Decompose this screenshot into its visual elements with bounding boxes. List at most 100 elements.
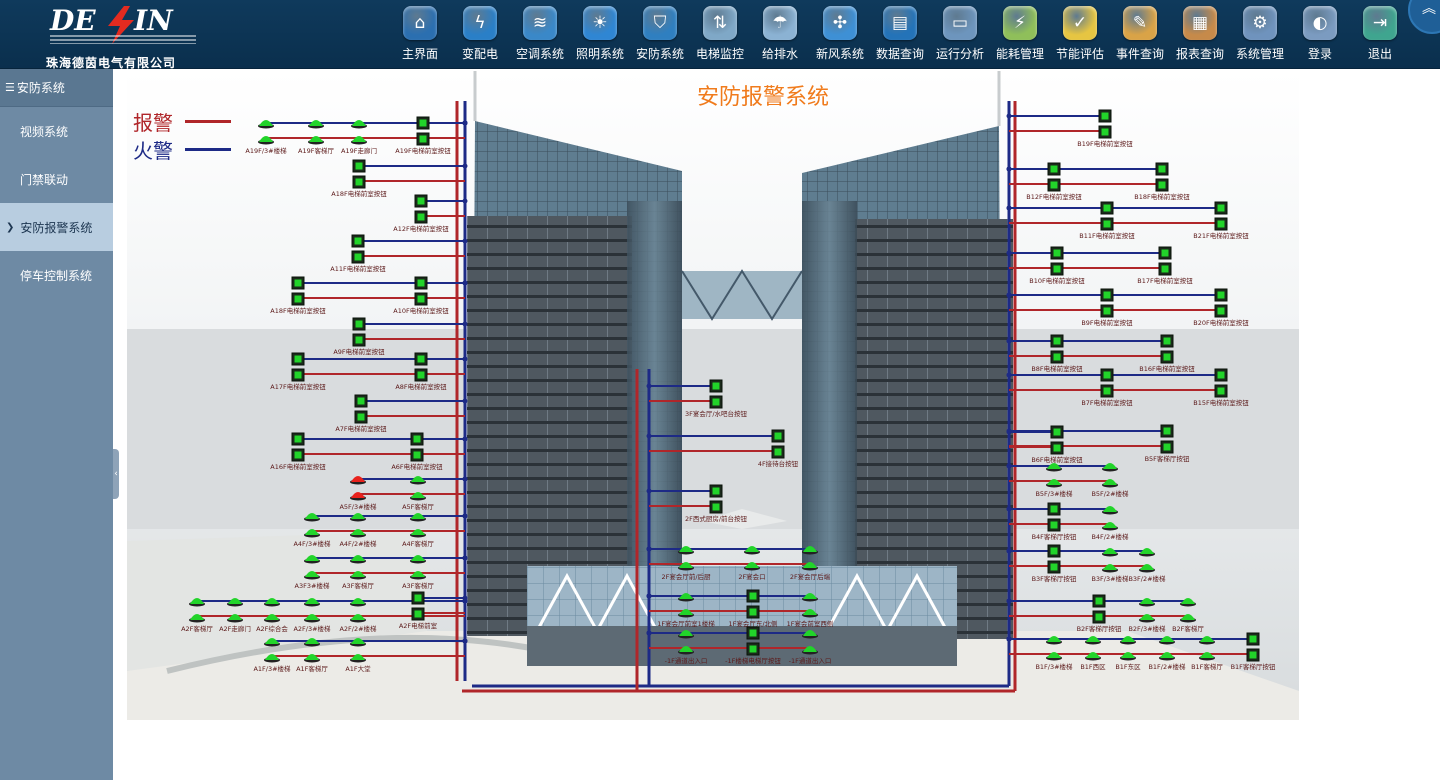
device-label: B5F客梯厅按钮 (1145, 454, 1190, 463)
nav-item-5[interactable]: ⇅ 电梯监控 (690, 0, 750, 69)
device-label: 3F宴会厅/水吧台按钮 (685, 409, 748, 418)
device-label: A4F/3#楼梯 (293, 539, 331, 548)
device-label: B3F客梯厅按钮 (1032, 574, 1077, 583)
device-label: -1F通道出入口 (665, 656, 708, 665)
device-label: 1F宴会厅前室1楼梯 (657, 619, 715, 628)
scene-title: 安防报警系统 (696, 85, 829, 110)
nav-item-1[interactable]: ϟ 变配电 (450, 0, 510, 69)
device-label: B1F东区 (1115, 662, 1141, 671)
fire-junction (1006, 636, 1012, 642)
device-label: B2F客梯厅按钮 (1077, 624, 1122, 633)
nav-item-label: 能耗管理 (995, 47, 1044, 61)
device-label: 2F宴会厅前/后厨 (661, 572, 711, 581)
fire-junction (462, 555, 468, 561)
device-label: B20F电梯前室按钮 (1193, 318, 1249, 327)
air-conditioner-icon: ≋ (523, 6, 557, 40)
device-label: B17F电梯前室按钮 (1137, 276, 1193, 285)
device-label: A18F电梯前室按钮 (331, 189, 387, 198)
legend-alarm-line (185, 120, 231, 123)
legend-fire-label: 火警 (133, 139, 173, 163)
sidebar-item-security-alarm[interactable]: ❯ 安防报警系统 (0, 203, 113, 251)
sidebar-item-access-control[interactable]: 门禁联动 (0, 155, 113, 203)
device-label: B2F/3#楼梯 (1128, 624, 1166, 633)
device-label: A5F客梯厅 (402, 502, 434, 511)
device-label: B8F电梯前室按钮 (1031, 364, 1083, 373)
gears-icon: ⚙ (1243, 6, 1277, 40)
collapse-header-button[interactable]: ︽ (1408, 0, 1440, 34)
nav-item-8[interactable]: ▤ 数据查询 (870, 0, 930, 69)
sidebar-item-label: 门禁联动 (20, 172, 69, 187)
nav-item-16[interactable]: ⇥ 退出 (1350, 0, 1410, 69)
device-label: B5F/2#楼梯 (1091, 489, 1129, 498)
chevron-right-icon: ❯ (6, 221, 15, 233)
fire-junction (1006, 428, 1012, 434)
nav-item-4[interactable]: ⛉ 安防系统 (630, 0, 690, 69)
device-label: A6F电梯前室按钮 (391, 462, 443, 471)
nav-item-label: 给排水 (761, 47, 798, 61)
home-icon: ⌂ (403, 6, 437, 40)
nav-item-13[interactable]: ▦ 报表查询 (1170, 0, 1230, 69)
nav-item-11[interactable]: ✓ 节能评估 (1050, 0, 1110, 69)
device-label: A16F电梯前室按钮 (270, 462, 326, 471)
nav-item-0[interactable]: ⌂ 主界面 (390, 0, 450, 69)
fire-junction (462, 595, 468, 601)
fire-junction (1006, 548, 1012, 554)
device-label: B3F/2#楼梯 (1128, 574, 1166, 583)
nav-item-label: 电梯监控 (695, 47, 744, 61)
sidebar-item-video[interactable]: 视频系统 (0, 107, 113, 155)
nav-item-label: 数据查询 (875, 47, 924, 61)
lightbulb-icon: ☀ (583, 6, 617, 40)
fire-junction (462, 638, 468, 644)
nav-item-3[interactable]: ☀ 照明系统 (570, 0, 630, 69)
top-header: DE IN 珠海德茵电气有限公司 ⌂ 主界面 ϟ 变配电 ≋ 空调系统 ☀ 照明系统 ⛉ 安防系统… (0, 0, 1440, 70)
fire-junction (1006, 250, 1012, 256)
nav-item-10[interactable]: ⚡ 能耗管理 (990, 0, 1050, 69)
device-label: -1F通道出入口 (789, 656, 832, 665)
nav-item-label: 事件查询 (1115, 47, 1164, 61)
device-label: A1F/3#楼梯 (253, 664, 291, 673)
device-label: B3F/3#楼梯 (1091, 574, 1129, 583)
fire-junction (462, 436, 468, 442)
nav-item-label: 新风系统 (815, 47, 864, 61)
device-label: A17F电梯前室按钮 (270, 382, 326, 391)
legend-fire: 火警 (133, 135, 231, 164)
pencil-icon: ✎ (1123, 6, 1157, 40)
sidebar-item-label: 视频系统 (20, 124, 69, 139)
device-label: 2F西式厨房/前台按钮 (685, 514, 748, 523)
svg-text:DE: DE (49, 4, 96, 37)
fire-junction (1006, 372, 1012, 378)
fire-junction (1006, 292, 1012, 298)
device-label: B21F电梯前室按钮 (1193, 231, 1249, 240)
fire-junction (646, 383, 652, 389)
fire-junction (1006, 338, 1012, 344)
logo-mark: DE IN (49, 4, 196, 44)
sidebar-toggle-button[interactable]: ‹ (113, 449, 119, 499)
device-label: -1F楼梯电梯厅按钮 (725, 656, 781, 665)
fire-junction (646, 546, 652, 552)
sidebar-item-parking[interactable]: 停车控制系统 (0, 251, 113, 299)
fire-junction (462, 238, 468, 244)
nav-item-7[interactable]: ✣ 新风系统 (810, 0, 870, 69)
monitor-icon: ▭ (943, 6, 977, 40)
fire-junction (462, 321, 468, 327)
device-label: A19F/3#楼梯 (245, 146, 287, 155)
nav-item-12[interactable]: ✎ 事件查询 (1110, 0, 1170, 69)
nav-item-14[interactable]: ⚙ 系统管理 (1230, 0, 1290, 69)
device-label: A3F客梯厅 (342, 581, 374, 590)
device-label: B16F电梯前室按钮 (1139, 364, 1195, 373)
device-label: A2F综合会 (256, 624, 288, 633)
nav-item-9[interactable]: ▭ 运行分析 (930, 0, 990, 69)
device-label: A3F3#楼梯 (295, 581, 330, 590)
nav-item-6[interactable]: ☂ 给排水 (750, 0, 810, 69)
legend-fire-line (185, 148, 231, 151)
device-label: A3F客梯厅 (402, 581, 434, 590)
nav-item-2[interactable]: ≋ 空调系统 (510, 0, 570, 69)
device-label: B19F电梯前室按钮 (1077, 139, 1133, 148)
fan-icon: ✣ (823, 6, 857, 40)
device-label: B5F/3#楼梯 (1035, 489, 1073, 498)
device-label: B1F/3#楼梯 (1035, 662, 1073, 671)
legend-alarm-label: 报警 (133, 111, 173, 135)
fire-junction (646, 433, 652, 439)
nav-item-15[interactable]: ◐ 登录 (1290, 0, 1350, 69)
fire-junction (1006, 205, 1012, 211)
